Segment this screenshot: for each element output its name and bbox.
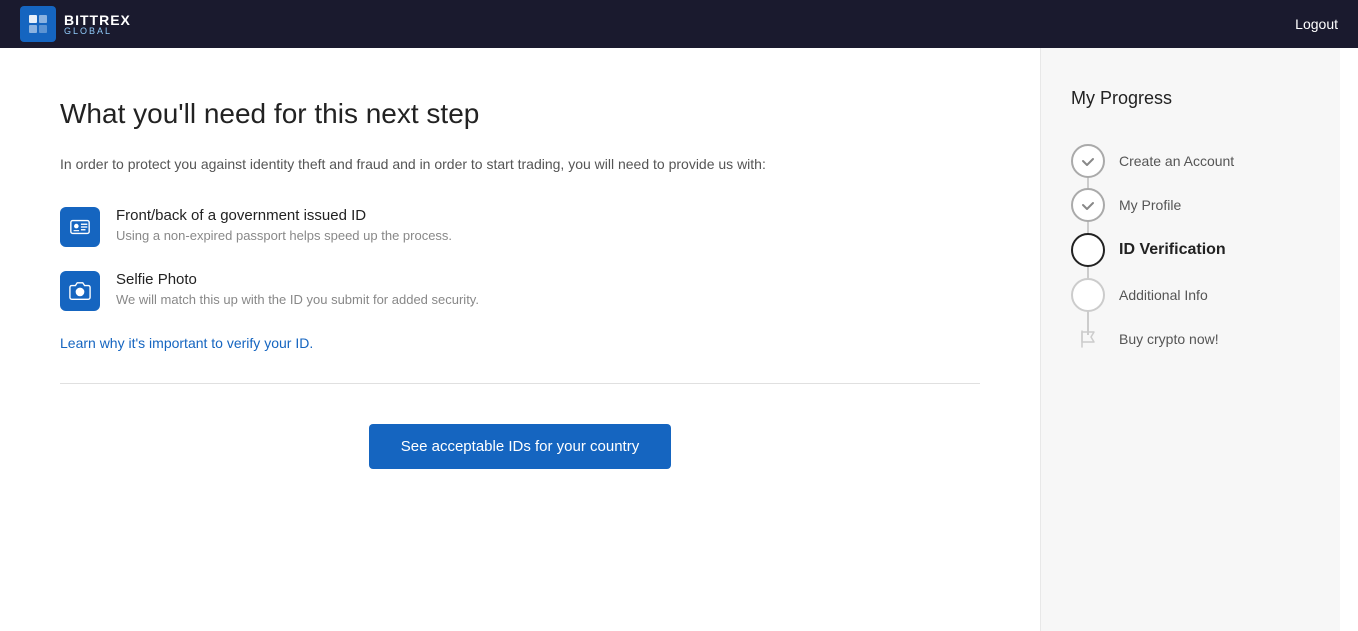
step-label-create-account: Create an Account xyxy=(1119,139,1234,183)
page-layout: What you'll need for this next step In o… xyxy=(0,48,1358,631)
flag-icon xyxy=(1071,322,1105,356)
step-circle-additional-info xyxy=(1071,278,1105,312)
step-my-profile: My Profile xyxy=(1071,183,1310,227)
id-card-icon xyxy=(60,207,100,247)
gov-id-title: Front/back of a government issued ID xyxy=(116,207,452,224)
section-divider xyxy=(60,383,980,384)
logo-area: BITTREX GLOBAL xyxy=(20,6,131,42)
gov-id-content: Front/back of a government issued ID Usi… xyxy=(116,207,452,243)
see-acceptable-ids-button[interactable]: See acceptable IDs for your country xyxy=(369,424,671,469)
camera-icon xyxy=(60,271,100,311)
step-label-my-profile: My Profile xyxy=(1119,183,1181,227)
step-circle-create-account xyxy=(1071,144,1105,178)
page-description: In order to protect you against identity… xyxy=(60,154,980,175)
step-circle-id-verification xyxy=(1071,233,1105,267)
selfie-subtitle: We will match this up with the ID you su… xyxy=(116,292,479,307)
page-title: What you'll need for this next step xyxy=(60,98,980,130)
step-additional-info: Additional Info xyxy=(1071,273,1310,317)
step-label-buy-crypto: Buy crypto now! xyxy=(1119,317,1219,361)
step-create-account: Create an Account xyxy=(1071,139,1310,183)
learn-why-link[interactable]: Learn why it's important to verify your … xyxy=(60,335,980,351)
requirement-selfie: Selfie Photo We will match this up with … xyxy=(60,271,980,311)
progress-title: My Progress xyxy=(1071,88,1310,109)
gov-id-subtitle: Using a non-expired passport helps speed… xyxy=(116,228,452,243)
main-content: What you'll need for this next step In o… xyxy=(0,48,1040,631)
progress-sidebar: My Progress Create an Account xyxy=(1040,48,1340,631)
logo-text-area: BITTREX GLOBAL xyxy=(64,12,131,36)
step-buy-crypto: Buy crypto now! xyxy=(1071,317,1310,361)
progress-steps: Create an Account My Profile ID Verifica… xyxy=(1071,139,1310,361)
cta-area: See acceptable IDs for your country xyxy=(60,424,980,469)
step-label-additional-info: Additional Info xyxy=(1119,273,1208,317)
selfie-title: Selfie Photo xyxy=(116,271,479,288)
header: BITTREX GLOBAL Logout xyxy=(0,0,1358,48)
selfie-content: Selfie Photo We will match this up with … xyxy=(116,271,479,307)
step-circle-my-profile xyxy=(1071,188,1105,222)
requirement-gov-id: Front/back of a government issued ID Usi… xyxy=(60,207,980,247)
step-id-verification: ID Verification xyxy=(1071,227,1310,273)
bittrex-logo-icon xyxy=(20,6,56,42)
step-label-id-verification: ID Verification xyxy=(1119,227,1226,273)
logout-button[interactable]: Logout xyxy=(1295,16,1338,32)
